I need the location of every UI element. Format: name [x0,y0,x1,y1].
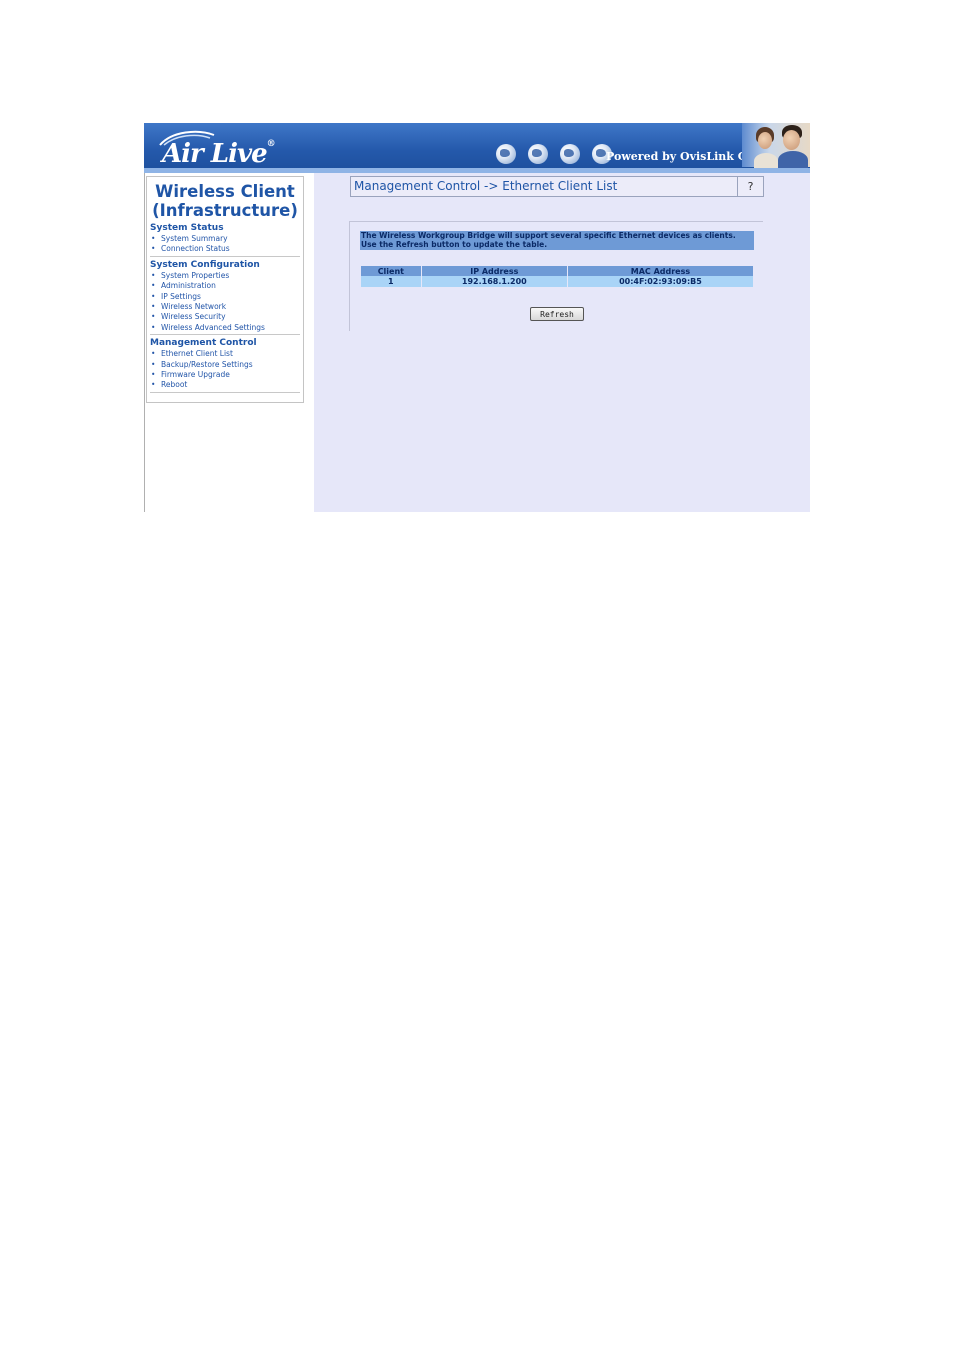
mode-title: Wireless Client (Infrastructure) [152,182,298,220]
nav-wireless-network[interactable]: Wireless Network [151,302,303,312]
column-header-ip-address: IP Address [421,266,567,276]
cell-ip-address: 192.168.1.200 [421,276,567,287]
nav-backup-restore-settings[interactable]: Backup/Restore Settings [151,360,303,370]
globe-icon [528,144,549,164]
nav-connection-status[interactable]: Connection Status [151,244,303,254]
section-system-configuration: System Configuration [150,259,260,270]
nav-ethernet-client-list[interactable]: Ethernet Client List [151,349,303,359]
nav-ip-settings[interactable]: IP Settings [151,292,303,302]
globe-icon [496,144,516,164]
cell-mac-address: 00:4F:02:93:09:B5 [567,276,753,287]
logo-text: Air Live® [162,139,276,169]
ethernet-client-table: Client IP Address MAC Address 1 192.168.… [360,266,754,287]
page-title-bar: Management Control -> Ethernet Client Li… [350,176,764,197]
sidebar-nav: Wireless Client (Infrastructure) System … [146,176,304,403]
cell-client: 1 [361,276,421,287]
table-row: 1 192.168.1.200 00:4F:02:93:09:B5 [361,276,753,287]
people-photo [742,123,810,169]
nav-wireless-security[interactable]: Wireless Security [151,312,303,322]
left-panel: Wireless Client (Infrastructure) System … [144,173,315,512]
column-header-mac-address: MAC Address [567,266,753,276]
column-header-client: Client [361,266,421,276]
content-left-border [349,221,350,331]
help-button[interactable]: ? [737,177,763,196]
section-system-status: System Status [150,223,224,233]
globe-icon [560,144,581,164]
nav-system-summary[interactable]: System Summary [151,234,303,244]
content-divider [350,221,763,222]
airlive-logo: Air Live® [152,129,292,169]
globe-icons [496,144,619,166]
page-title: Management Control -> Ethernet Client Li… [354,179,618,193]
header-banner: Air Live® Powered by OvisLink Corp. [144,123,810,173]
nav-administration[interactable]: Administration [151,281,303,291]
router-admin-window: Air Live® Powered by OvisLink Corp. Wire… [144,123,810,512]
section-management-control: Management Control [150,338,257,349]
nav-wireless-advanced-settings[interactable]: Wireless Advanced Settings [151,323,303,333]
refresh-button[interactable]: Refresh [530,307,584,321]
info-notice: The Wireless Workgroup Bridge will suppo… [360,231,754,250]
nav-reboot[interactable]: Reboot [151,380,303,390]
nav-firmware-upgrade[interactable]: Firmware Upgrade [151,370,303,380]
nav-system-properties[interactable]: System Properties [151,271,303,281]
main-content: Management Control -> Ethernet Client Li… [314,173,810,512]
